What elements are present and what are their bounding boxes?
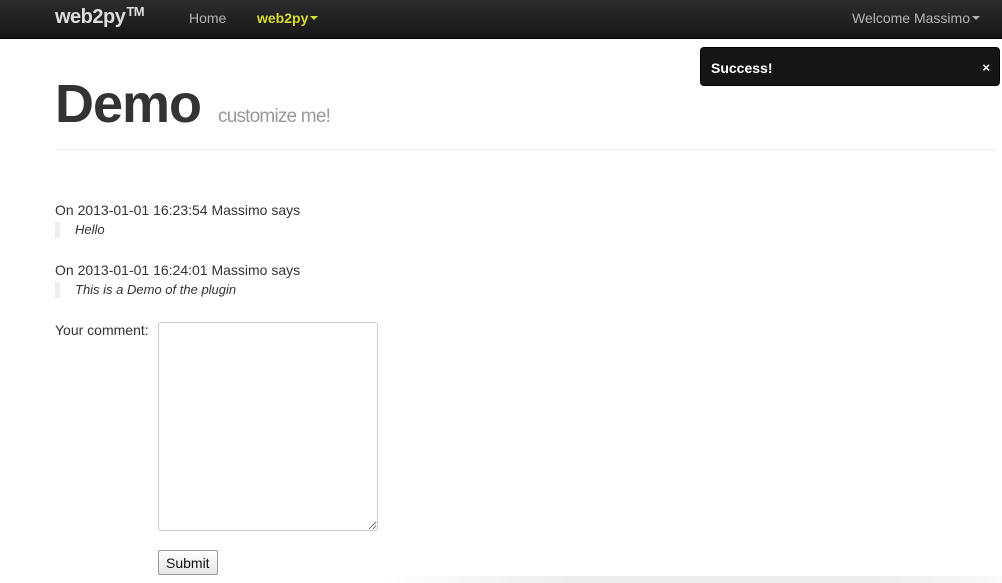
flash-message[interactable]: Success! × bbox=[700, 47, 1000, 86]
user-menu-label: Welcome Massimo bbox=[852, 10, 970, 26]
comment-item: On 2013-01-01 16:23:54 Massimo says Hell… bbox=[55, 202, 300, 238]
page-subtitle: customize me! bbox=[218, 106, 331, 127]
comment-item: On 2013-01-01 16:24:01 Massimo says This… bbox=[55, 262, 300, 298]
nav-item-home[interactable]: Home bbox=[189, 10, 226, 26]
nav-item-web2py-label: web2py bbox=[257, 10, 309, 26]
brand-name: web2py bbox=[55, 6, 126, 28]
header-divider bbox=[55, 149, 996, 150]
user-menu-dropdown[interactable]: Welcome Massimo bbox=[852, 10, 980, 26]
page-title: Demo bbox=[55, 74, 202, 134]
chevron-down-icon bbox=[310, 16, 319, 21]
nav-item-web2py-dropdown[interactable]: web2py bbox=[257, 10, 319, 26]
comment-meta: On 2013-01-01 16:24:01 Massimo says bbox=[55, 262, 301, 278]
footer-fade bbox=[380, 576, 1002, 583]
top-navbar: web2pyTM Home web2py Welcome Massimo bbox=[0, 0, 1002, 39]
flash-text: Success! bbox=[711, 60, 773, 76]
brand-trademark: TM bbox=[126, 4, 145, 19]
close-icon[interactable]: × bbox=[982, 60, 990, 75]
comment-body: This is a Demo of the plugin bbox=[55, 282, 300, 298]
comment-textarea[interactable] bbox=[158, 322, 378, 531]
chevron-down-icon bbox=[972, 16, 980, 21]
comment-meta: On 2013-01-01 16:23:54 Massimo says bbox=[55, 202, 301, 218]
comment-body: Hello bbox=[55, 222, 300, 238]
comment-field-label: Your comment: bbox=[55, 322, 149, 338]
submit-button[interactable]: Submit bbox=[158, 550, 218, 575]
brand-logo[interactable]: web2pyTM bbox=[55, 4, 145, 29]
